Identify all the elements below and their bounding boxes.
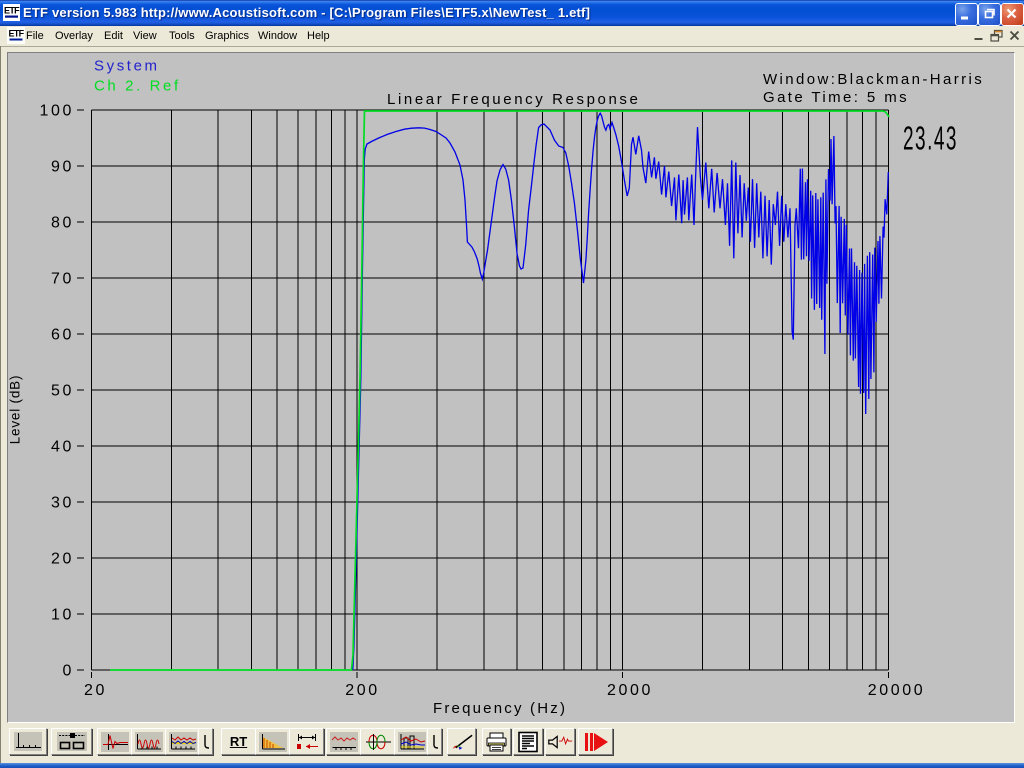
svg-text:Window:Blackman-Harris: Window:Blackman-Harris — [763, 71, 984, 88]
svg-text:50: 50 — [51, 383, 74, 400]
svg-text:30: 30 — [51, 495, 74, 512]
svg-text:Frequency (Hz): Frequency (Hz) — [433, 700, 567, 717]
svg-text:0: 0 — [63, 663, 75, 680]
svg-text:20: 20 — [51, 551, 74, 568]
svg-text:40: 40 — [51, 439, 74, 456]
svg-text:60: 60 — [51, 327, 74, 344]
svg-text:200: 200 — [345, 682, 380, 699]
svg-text:100: 100 — [40, 103, 75, 120]
svg-text:23.43: 23.43 — [903, 120, 958, 157]
svg-text:10: 10 — [51, 607, 74, 624]
svg-text:Gate Time: 5 ms: Gate Time: 5 ms — [763, 89, 909, 106]
svg-text:90: 90 — [51, 159, 74, 176]
svg-text:ETF: ETF — [4, 6, 20, 16]
svg-text:Linear Frequency Response: Linear Frequency Response — [387, 91, 640, 108]
svg-text:70: 70 — [51, 271, 74, 288]
svg-text:2000: 2000 — [607, 682, 653, 699]
svg-text:Level (dB): Level (dB) — [8, 375, 23, 445]
svg-text:20000: 20000 — [868, 682, 926, 699]
svg-text:80: 80 — [51, 215, 74, 232]
svg-text:System: System — [94, 58, 160, 75]
svg-text:Ch 2. Ref: Ch 2. Ref — [94, 78, 181, 95]
svg-text:ETF: ETF — [9, 29, 25, 39]
svg-text:20: 20 — [84, 682, 107, 699]
